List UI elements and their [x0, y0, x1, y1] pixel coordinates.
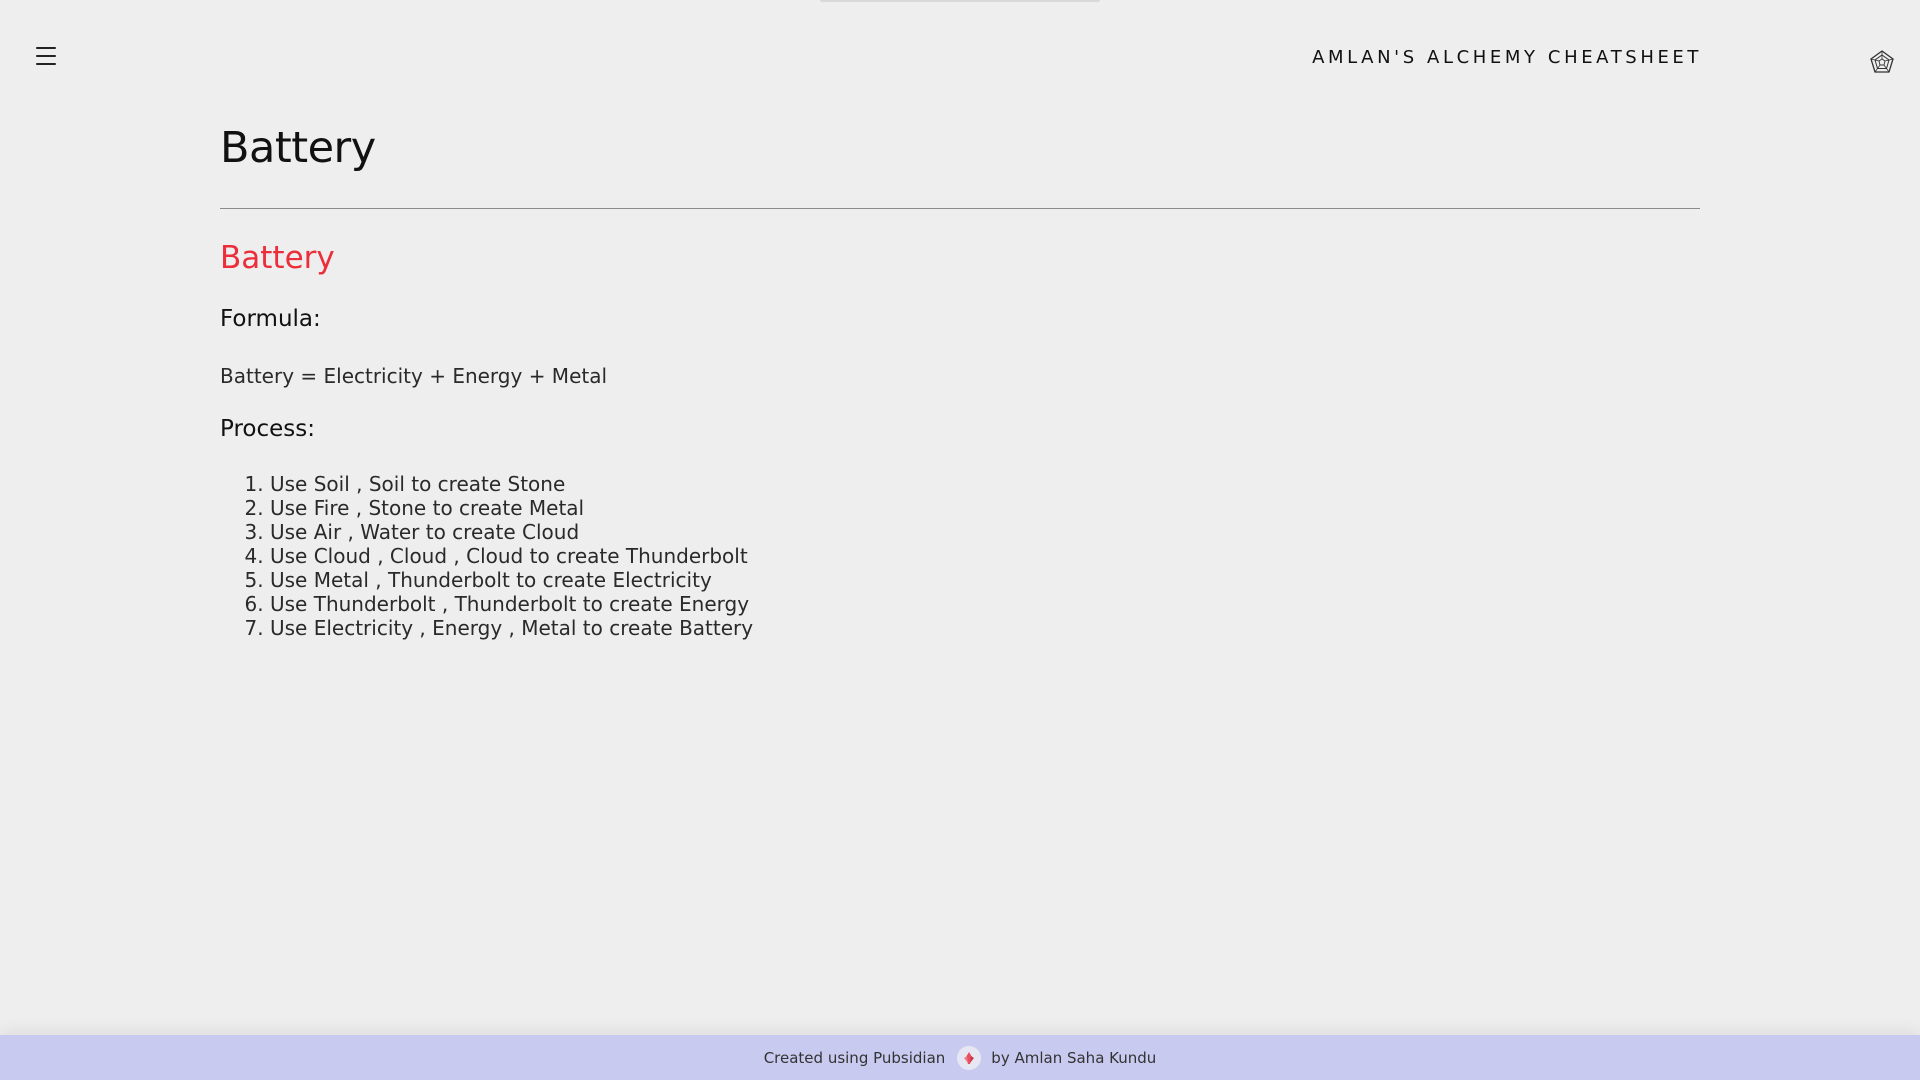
process-heading: Process:: [220, 416, 315, 442]
process-step: Use Electricity , Energy , Metal to crea…: [270, 616, 1700, 640]
process-step: Use Fire , Stone to create Metal: [270, 496, 1700, 520]
header: AMLAN'S ALCHEMY CHEATSHEET: [0, 0, 1920, 110]
title-divider: [220, 208, 1700, 209]
menu-line: [36, 63, 56, 65]
process-step: Use Metal , Thunderbolt to create Electr…: [270, 568, 1700, 592]
process-step: Use Soil , Soil to create Stone: [270, 472, 1700, 496]
menu-line: [36, 47, 56, 49]
section-title: Battery: [220, 240, 335, 276]
hamburger-menu-icon[interactable]: [34, 44, 58, 68]
pentagon-web-icon[interactable]: [1868, 48, 1896, 76]
formula-heading: Formula:: [220, 306, 321, 332]
process-steps-list: Use Soil , Soil to create Stone Use Fire…: [220, 472, 1700, 640]
process-step: Use Air , Water to create Cloud: [270, 520, 1700, 544]
footer-created-text[interactable]: Created using Pubsidian: [764, 1049, 946, 1067]
formula-text: Battery = Electricity + Energy + Metal: [220, 364, 608, 388]
site-title[interactable]: AMLAN'S ALCHEMY CHEATSHEET: [1312, 47, 1702, 68]
process-step: Use Thunderbolt , Thunderbolt to create …: [270, 592, 1700, 616]
menu-line: [36, 55, 56, 57]
process-step: Use Cloud , Cloud , Cloud to create Thun…: [270, 544, 1700, 568]
pubsidian-logo-svg: [964, 1051, 975, 1064]
page-title: Battery: [220, 123, 376, 173]
footer-author-text[interactable]: by Amlan Saha Kundu: [991, 1049, 1156, 1067]
pentagon-web-svg: [1870, 50, 1894, 73]
footer: Created using Pubsidian by Amlan Saha Ku…: [0, 1035, 1920, 1080]
main-content: Battery Battery Formula: Battery = Elect…: [220, 118, 1700, 640]
pubsidian-logo-icon: [957, 1045, 982, 1070]
